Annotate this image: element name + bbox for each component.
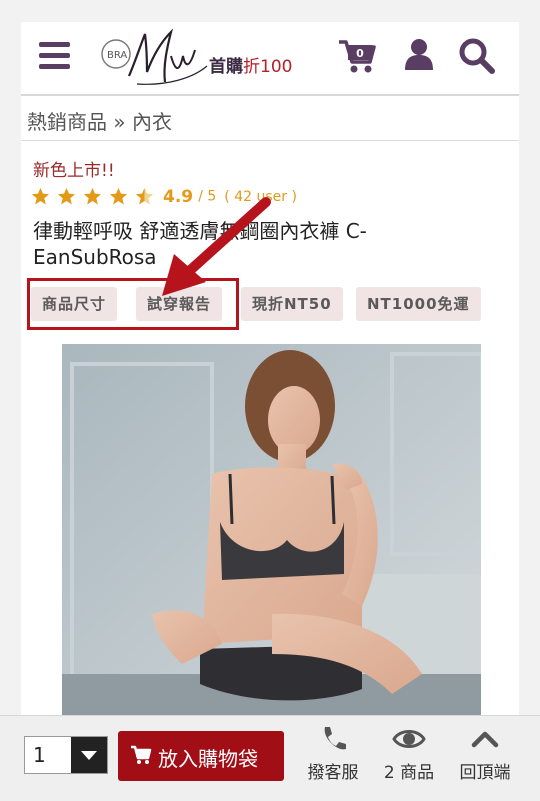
menu-icon[interactable]: [39, 42, 71, 70]
free-shipping-tag[interactable]: NT1000免運: [356, 287, 481, 321]
viewed-products-label: 2 商品: [383, 763, 435, 783]
breadcrumb-divider: [21, 140, 519, 141]
user-icon[interactable]: [399, 36, 439, 76]
eye-icon: [392, 730, 426, 748]
star-icon: [57, 187, 76, 205]
breadcrumb[interactable]: 熱銷商品 » 內衣: [27, 106, 172, 135]
svg-text:BRA: BRA: [107, 50, 127, 61]
customer-service-label: 撥客服: [307, 763, 359, 783]
product-photo[interactable]: [62, 344, 481, 722]
arrow-annotation: [162, 197, 271, 296]
promo-text: 首購折100: [209, 52, 292, 77]
back-to-top-button[interactable]: 回頂端: [450, 724, 520, 783]
page-card: BRA 首購折100 0 熱銷商品 » 內衣 新色上市!! 4.9 / 5 (…: [21, 22, 519, 722]
quantity-value: 1: [33, 743, 46, 767]
bottom-action-bar: 1 放入購物袋 撥客服 2 商品 回頂端: [0, 715, 540, 801]
star-icon: [109, 187, 128, 205]
header: BRA 首購折100 0: [21, 22, 519, 94]
cart-count: 0: [356, 47, 364, 60]
header-divider: [21, 94, 519, 96]
star-icon: [31, 187, 50, 205]
logo[interactable]: BRA: [97, 26, 227, 90]
back-to-top-label: 回頂端: [459, 763, 511, 783]
cart-icon: [131, 745, 152, 764]
star-icon: [83, 187, 102, 205]
promo-accent: 折100: [243, 57, 293, 77]
phone-icon: [324, 727, 346, 750]
quantity-select[interactable]: 1: [24, 736, 108, 774]
add-to-cart-button[interactable]: 放入購物袋: [118, 731, 284, 781]
search-icon[interactable]: [457, 36, 497, 76]
add-to-cart-label: 放入購物袋: [158, 747, 258, 771]
viewed-products-button[interactable]: 2 商品: [374, 724, 444, 783]
chevron-down-icon[interactable]: [71, 737, 107, 773]
customer-service-button[interactable]: 撥客服: [298, 724, 368, 783]
star-half-icon: [135, 187, 154, 205]
promo-prefix: 首購: [209, 57, 243, 77]
new-arrival-badge: 新色上市!!: [33, 161, 115, 181]
chevron-up-icon: [471, 731, 499, 748]
cart-icon[interactable]: 0: [337, 36, 377, 76]
